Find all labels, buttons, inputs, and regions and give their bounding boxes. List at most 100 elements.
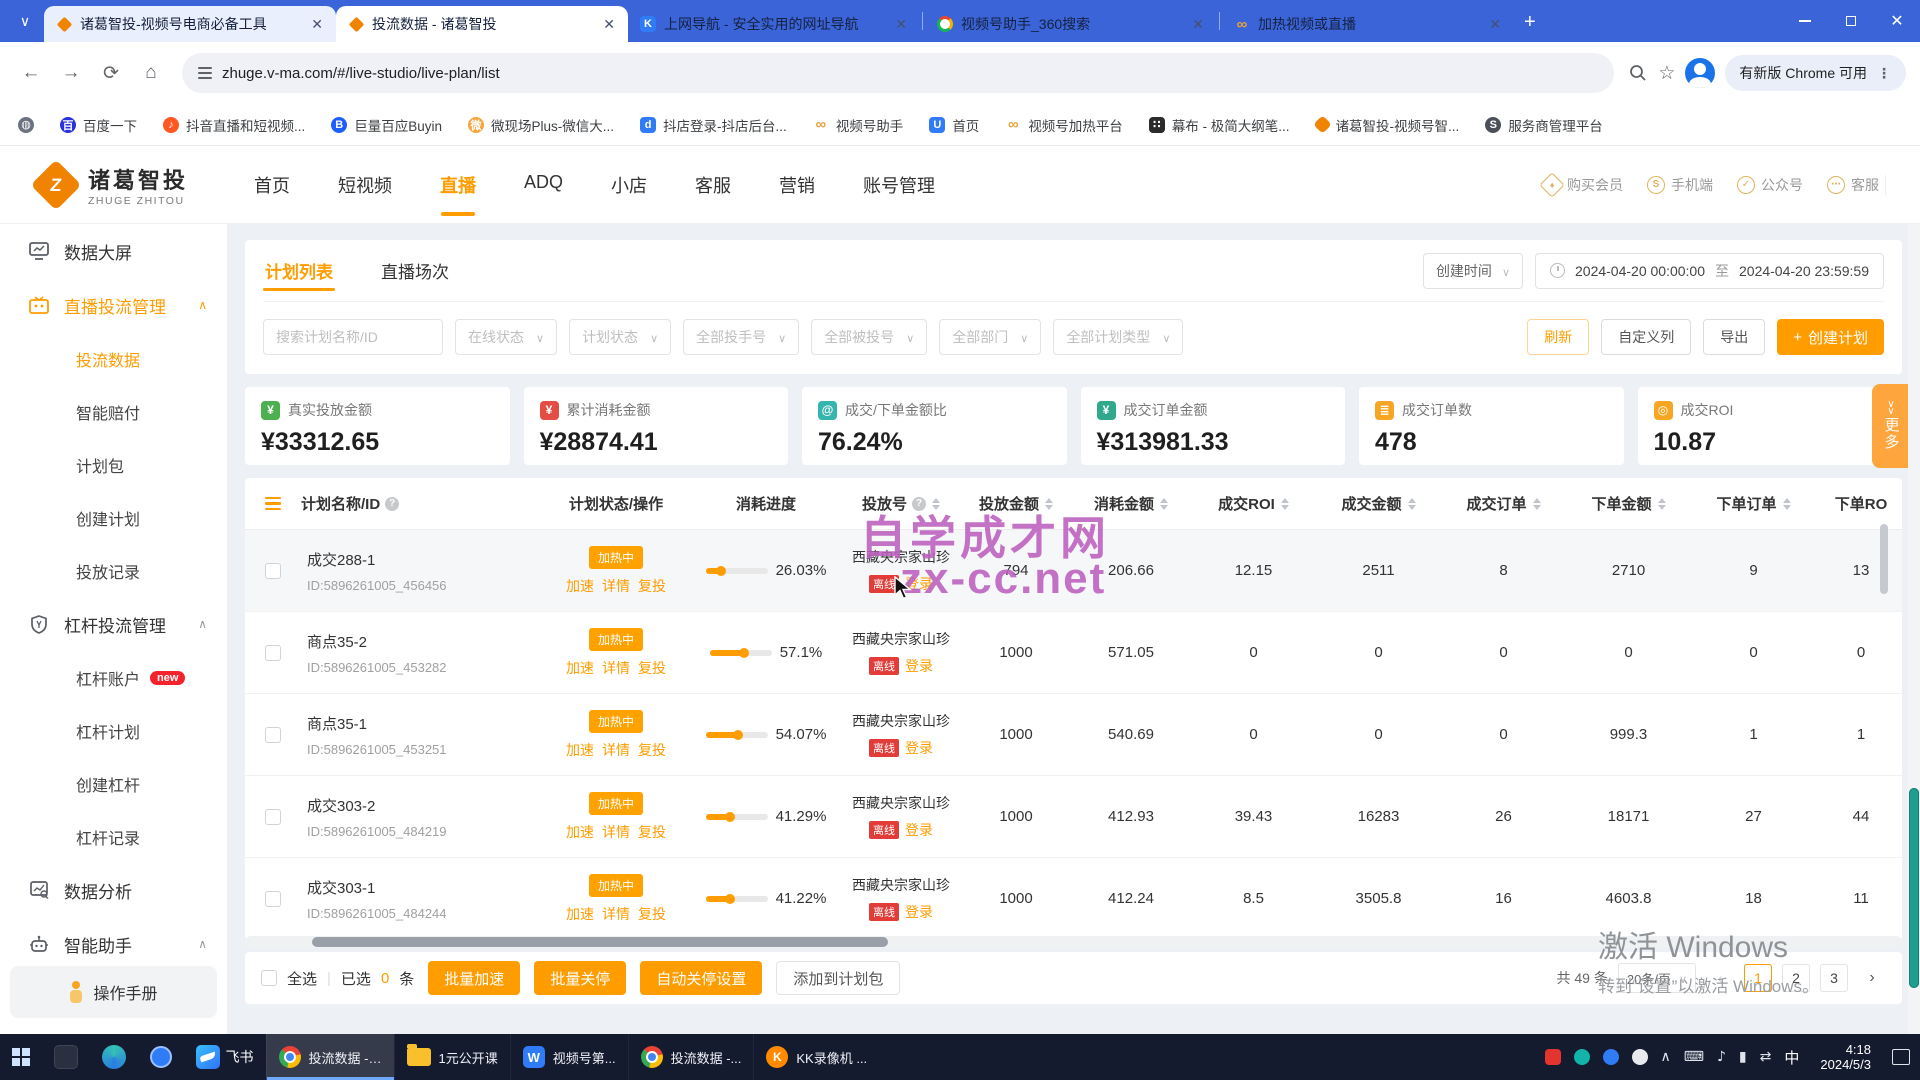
- sort-icon[interactable]: [1783, 498, 1791, 510]
- next-page-button[interactable]: ›: [1858, 964, 1886, 992]
- horizontal-scrollbar-thumb[interactable]: [312, 937, 888, 947]
- site-logo[interactable]: Z 诸葛智投 ZHUGE ZHITOU: [34, 163, 188, 207]
- tray-light-icon[interactable]: [1632, 1049, 1648, 1065]
- bookmark-item[interactable]: 诸葛智投-视频号智...: [1316, 115, 1460, 135]
- keyboard-icon[interactable]: ⌨: [1684, 1049, 1704, 1065]
- new-tab-button[interactable]: +: [1524, 11, 1536, 34]
- sidebar-item-data-screen[interactable]: 数据大屏: [0, 224, 227, 278]
- tab-close-icon[interactable]: ✕: [308, 16, 326, 33]
- detail-link[interactable]: 详情: [602, 740, 630, 760]
- row-checkbox[interactable]: [265, 563, 281, 579]
- sort-by-select[interactable]: 创建时间: [1423, 253, 1523, 289]
- home-button[interactable]: ⌂: [134, 56, 168, 90]
- clock-datetime[interactable]: 4:18 2024/5/3: [1812, 1042, 1879, 1072]
- page-size-select[interactable]: 20条/页: [1618, 963, 1696, 993]
- bookmark-item[interactable]: ♪抖音直播和短视频...: [163, 115, 305, 135]
- globe-bookmark-icon[interactable]: ◍: [18, 117, 34, 133]
- volume-icon[interactable]: ♪: [1717, 1049, 1726, 1065]
- pitcher-account-select[interactable]: 全部投手号: [683, 319, 799, 355]
- add-to-plan-pack-button[interactable]: 添加到计划包: [776, 961, 900, 995]
- select-all-checkbox[interactable]: [261, 970, 277, 986]
- chrome-update-pill[interactable]: 有新版 Chrome 可用 ⋮: [1725, 55, 1906, 91]
- edge-browser-button[interactable]: [90, 1034, 138, 1080]
- browser-tab-3[interactable]: K 上网导航 - 安全实用的网址导航 ✕: [628, 6, 920, 42]
- tab-close-icon[interactable]: ✕: [1486, 16, 1504, 33]
- tab-close-icon[interactable]: ✕: [600, 16, 618, 33]
- login-link[interactable]: 登录: [905, 820, 933, 840]
- bookmark-item[interactable]: U首页: [929, 115, 979, 135]
- browser-tab-4[interactable]: 视频号助手_360搜索 ✕: [925, 6, 1217, 42]
- department-select[interactable]: 全部部门: [939, 319, 1041, 355]
- tray-blue-icon[interactable]: [1603, 1049, 1619, 1065]
- prev-page-button[interactable]: ‹: [1706, 964, 1734, 992]
- detail-link[interactable]: 详情: [602, 904, 630, 924]
- buy-membership-link[interactable]: ♦购买会员: [1543, 175, 1623, 195]
- sidebar-item-plan-pack[interactable]: 计划包: [0, 438, 227, 491]
- batch-speed-up-button[interactable]: 批量加速: [428, 961, 520, 995]
- table-row[interactable]: 成交288-1ID:5896261005_456456 加热中加速详情复投 26…: [245, 530, 1902, 612]
- browser-menu-icon[interactable]: ⋮: [1877, 65, 1892, 82]
- table-row[interactable]: 成交303-1ID:5896261005_484244 加热中加速详情复投 41…: [245, 858, 1902, 940]
- nav-shop[interactable]: 小店: [611, 146, 647, 224]
- plan-type-select[interactable]: 全部计划类型: [1053, 319, 1183, 355]
- sidebar-group-leverage[interactable]: 杠杆投流管理 ∧: [0, 597, 227, 651]
- sort-icon[interactable]: [932, 498, 940, 510]
- refresh-button[interactable]: 刷新: [1527, 319, 1589, 355]
- address-bar[interactable]: zhuge.v-ma.com/#/live-studio/live-plan/l…: [182, 53, 1614, 93]
- sort-icon[interactable]: [1045, 498, 1053, 510]
- notification-center-icon[interactable]: [1892, 1049, 1910, 1065]
- sidebar-item-leverage-records[interactable]: 杠杆记录: [0, 810, 227, 863]
- more-cards-button[interactable]: ∨∨ 更多: [1872, 384, 1910, 468]
- nav-marketing[interactable]: 营销: [779, 146, 815, 224]
- bookmark-item[interactable]: ∞视频号助手: [813, 115, 904, 135]
- sidebar-item-delivery-records[interactable]: 投放记录: [0, 544, 227, 597]
- table-row[interactable]: 商点35-1ID:5896261005_453251 加热中加速详情复投 54.…: [245, 694, 1902, 776]
- reinvest-link[interactable]: 复投: [638, 822, 666, 842]
- create-plan-button[interactable]: +创建计划: [1777, 319, 1884, 355]
- tray-360-icon[interactable]: [1545, 1049, 1561, 1065]
- operation-manual-button[interactable]: 操作手册: [10, 966, 217, 1018]
- detail-link[interactable]: 详情: [602, 576, 630, 596]
- close-button[interactable]: ✕: [1874, 0, 1920, 42]
- official-account-link[interactable]: ✓公众号: [1737, 175, 1803, 195]
- date-range-picker[interactable]: 2024-04-20 00:00:00 至 2024-04-20 23:59:5…: [1535, 253, 1884, 289]
- tab-search-icon[interactable]: ∨: [10, 6, 40, 36]
- bookmark-item[interactable]: 百百度一下: [60, 115, 137, 135]
- nav-account[interactable]: 账号管理: [863, 146, 935, 224]
- horizontal-scrollbar[interactable]: [245, 936, 1902, 948]
- tray-teal-icon[interactable]: [1574, 1049, 1590, 1065]
- bookmark-item[interactable]: S服务商管理平台: [1485, 115, 1603, 135]
- start-button[interactable]: [0, 1034, 42, 1080]
- bookmark-item[interactable]: ∞视频号加热平台: [1005, 115, 1123, 135]
- window-scrollbar[interactable]: [1908, 224, 1920, 1034]
- speed-up-link[interactable]: 加速: [566, 740, 594, 760]
- login-link[interactable]: 登录: [905, 656, 933, 676]
- row-checkbox[interactable]: [265, 727, 281, 743]
- sidebar-item-create-leverage[interactable]: 创建杠杆: [0, 757, 227, 810]
- auto-stop-settings-button[interactable]: 自动关停设置: [640, 961, 762, 995]
- speed-up-link[interactable]: 加速: [566, 576, 594, 596]
- nav-home[interactable]: 首页: [254, 146, 290, 224]
- nav-adq[interactable]: ADQ: [524, 146, 563, 224]
- plan-search-input[interactable]: 搜索计划名称/ID: [263, 319, 443, 355]
- bookmark-item[interactable]: 微微现场Plus-微信大...: [468, 115, 614, 135]
- nav-service[interactable]: 客服: [695, 146, 731, 224]
- page-1-button[interactable]: 1: [1744, 964, 1772, 992]
- export-button[interactable]: 导出: [1703, 319, 1765, 355]
- login-link[interactable]: 登录: [905, 738, 933, 758]
- reload-button[interactable]: ⟳: [94, 56, 128, 90]
- browser-button[interactable]: [138, 1034, 184, 1080]
- reinvest-link[interactable]: 复投: [638, 904, 666, 924]
- browser-tab-1[interactable]: 诸葛智投-视频号电商必备工具 ✕: [44, 6, 336, 42]
- maximize-button[interactable]: [1828, 0, 1874, 42]
- online-status-select[interactable]: 在线状态: [455, 319, 557, 355]
- detail-link[interactable]: 详情: [602, 822, 630, 842]
- column-menu-icon[interactable]: [265, 497, 281, 511]
- sidebar-item-create-plan[interactable]: 创建计划: [0, 491, 227, 544]
- login-link[interactable]: 登录: [905, 574, 933, 594]
- bookmark-item[interactable]: ∷幕布 - 极简大纲笔...: [1149, 115, 1290, 135]
- sidebar-group-live-traffic[interactable]: 直播投流管理 ∧: [0, 278, 227, 332]
- bookmark-item[interactable]: d抖店登录-抖店后台...: [640, 115, 787, 135]
- sort-icon[interactable]: [1408, 498, 1416, 510]
- page-2-button[interactable]: 2: [1782, 964, 1810, 992]
